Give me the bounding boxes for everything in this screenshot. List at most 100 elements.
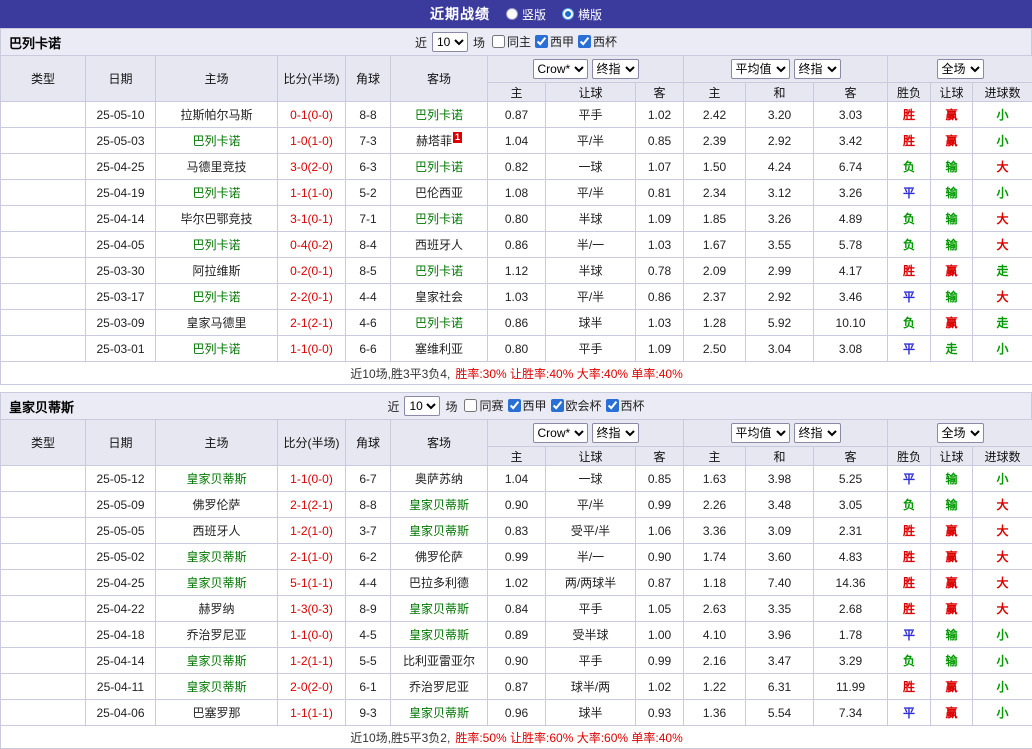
league-badge: 西甲	[1, 180, 86, 206]
handicap-result: 输	[931, 232, 973, 258]
away-team-name[interactable]: 皇家社会	[415, 290, 463, 304]
filter-checkbox[interactable]: 西甲	[504, 397, 547, 414]
home-team-name[interactable]: 阿拉维斯	[192, 264, 240, 278]
scope-select[interactable]: 全场	[937, 59, 984, 79]
avg-select[interactable]: 平均值	[731, 59, 790, 79]
avg-home: 2.26	[684, 492, 746, 518]
filter-checkbox[interactable]: 西杯	[602, 397, 645, 414]
away-team-name[interactable]: 皇家贝蒂斯	[409, 524, 469, 538]
odds-source-select[interactable]: Crow*	[533, 59, 588, 79]
away-team-name[interactable]: 比利亚雷亚尔	[403, 654, 475, 668]
section-header: 皇家贝蒂斯 近 10 场 同赛西甲欧会杯西杯	[0, 392, 1032, 419]
away-team-name[interactable]: 皇家贝蒂斯	[409, 602, 469, 616]
layout-radio-horizontal[interactable]: 横版	[562, 6, 602, 23]
record-summary: 近10场,胜5平3负2,	[350, 731, 450, 745]
away-team-name[interactable]: 西班牙人	[415, 238, 463, 252]
odds-final-select[interactable]: 终指	[592, 423, 639, 443]
home-team-name[interactable]: 巴列卡诺	[192, 238, 240, 252]
handicap-result: 输	[931, 284, 973, 310]
home-team-name[interactable]: 西班牙人	[192, 524, 240, 538]
away-team-name[interactable]: 皇家贝蒂斯	[409, 706, 469, 720]
league-badge: 西甲	[1, 154, 86, 180]
checkbox-input[interactable]	[551, 399, 564, 412]
home-team-name[interactable]: 毕尔巴鄂竞技	[180, 212, 252, 226]
away-team-name[interactable]: 佛罗伦萨	[415, 550, 463, 564]
avg-home: 2.63	[684, 596, 746, 622]
odds-group-header: Crow*终指	[488, 56, 684, 83]
filter-checkbox[interactable]: 西杯	[574, 33, 617, 50]
avg-away: 3.29	[814, 648, 888, 674]
avg-draw: 2.92	[746, 284, 814, 310]
home-team-name[interactable]: 巴列卡诺	[192, 290, 240, 304]
checkbox-input[interactable]	[464, 399, 477, 412]
home-team-name[interactable]: 佛罗伦萨	[192, 498, 240, 512]
away-team-name[interactable]: 巴列卡诺	[415, 108, 463, 122]
away-team-name[interactable]: 巴列卡诺	[415, 160, 463, 174]
avg-select[interactable]: 平均值	[731, 423, 790, 443]
match-count-select[interactable]: 10	[404, 396, 440, 416]
filter-checkbox[interactable]: 西甲	[531, 33, 574, 50]
away-cell: 乔治罗尼亚	[391, 674, 488, 700]
avg-draw: 6.31	[746, 674, 814, 700]
avg-away: 3.05	[814, 492, 888, 518]
team-name[interactable]: 皇家贝蒂斯	[9, 397, 74, 416]
odds-source-select[interactable]: Crow*	[533, 423, 588, 443]
away-team-name[interactable]: 赫塔菲	[416, 134, 452, 148]
score: 1-2(1-0)	[278, 518, 346, 544]
home-team-name[interactable]: 皇家贝蒂斯	[186, 472, 246, 486]
checkbox-input[interactable]	[492, 35, 505, 48]
home-team-name[interactable]: 皇家贝蒂斯	[186, 680, 246, 694]
layout-radio-vertical[interactable]: 竖版	[506, 6, 546, 23]
away-team-name[interactable]: 乔治罗尼亚	[409, 680, 469, 694]
odds-final-select[interactable]: 终指	[592, 59, 639, 79]
home-team-name[interactable]: 乔治罗尼亚	[186, 628, 246, 642]
subcolumn-header: 主	[684, 83, 746, 102]
team-name[interactable]: 巴列卡诺	[9, 33, 61, 52]
away-team-name[interactable]: 巴列卡诺	[415, 212, 463, 226]
home-team-name[interactable]: 皇家贝蒂斯	[186, 654, 246, 668]
league-badge: 西甲	[1, 232, 86, 258]
home-team-name[interactable]: 巴列卡诺	[192, 134, 240, 148]
scope-select[interactable]: 全场	[937, 423, 984, 443]
home-team-name[interactable]: 巴列卡诺	[192, 186, 240, 200]
away-team-name[interactable]: 巴伦西亚	[415, 186, 463, 200]
away-team-name[interactable]: 巴列卡诺	[415, 264, 463, 278]
corners: 8-8	[346, 492, 391, 518]
home-team-name[interactable]: 皇家贝蒂斯	[186, 550, 246, 564]
avg-final-select[interactable]: 终指	[794, 423, 841, 443]
checkbox-input[interactable]	[508, 399, 521, 412]
home-team-name[interactable]: 拉斯帕尔马斯	[180, 108, 252, 122]
odds-home: 1.03	[488, 284, 546, 310]
home-team-name[interactable]: 巴塞罗那	[192, 706, 240, 720]
away-team-name[interactable]: 巴拉多利德	[409, 576, 469, 590]
checkbox-input[interactable]	[606, 399, 619, 412]
away-team-name[interactable]: 塞维利亚	[415, 342, 463, 356]
away-team-name[interactable]: 巴列卡诺	[415, 316, 463, 330]
away-team-name[interactable]: 奥萨苏纳	[415, 472, 463, 486]
away-cell: 佛罗伦萨	[391, 544, 488, 570]
team-section: 皇家贝蒂斯 近 10 场 同赛西甲欧会杯西杯 类型 日期 主场	[0, 392, 1032, 749]
home-team-name[interactable]: 赫罗纳	[198, 602, 234, 616]
section-header: 巴列卡诺 近 10 场 同主西甲西杯	[0, 28, 1032, 55]
home-team-name[interactable]: 巴列卡诺	[192, 342, 240, 356]
odds-home: 0.99	[488, 544, 546, 570]
match-result: 胜	[888, 102, 931, 128]
home-team-name[interactable]: 皇家马德里	[186, 316, 246, 330]
match-count-select[interactable]: 10	[432, 32, 468, 52]
checkbox-input[interactable]	[535, 35, 548, 48]
avg-final-select[interactable]: 终指	[794, 59, 841, 79]
away-team-name[interactable]: 皇家贝蒂斯	[409, 498, 469, 512]
avg-draw: 3.35	[746, 596, 814, 622]
checkbox-input[interactable]	[578, 35, 591, 48]
col-away: 客场	[391, 56, 488, 102]
league-badge: 西甲	[1, 570, 86, 596]
away-cell: 奥萨苏纳	[391, 466, 488, 492]
avg-away: 3.42	[814, 128, 888, 154]
home-team-name[interactable]: 皇家贝蒂斯	[186, 576, 246, 590]
home-team-name[interactable]: 马德里竞技	[186, 160, 246, 174]
filter-checkbox[interactable]: 同赛	[460, 397, 503, 414]
away-team-name[interactable]: 皇家贝蒂斯	[409, 628, 469, 642]
filter-checkbox[interactable]: 同主	[488, 33, 531, 50]
handicap-line: 球半	[546, 310, 636, 336]
filter-checkbox[interactable]: 欧会杯	[547, 397, 602, 414]
